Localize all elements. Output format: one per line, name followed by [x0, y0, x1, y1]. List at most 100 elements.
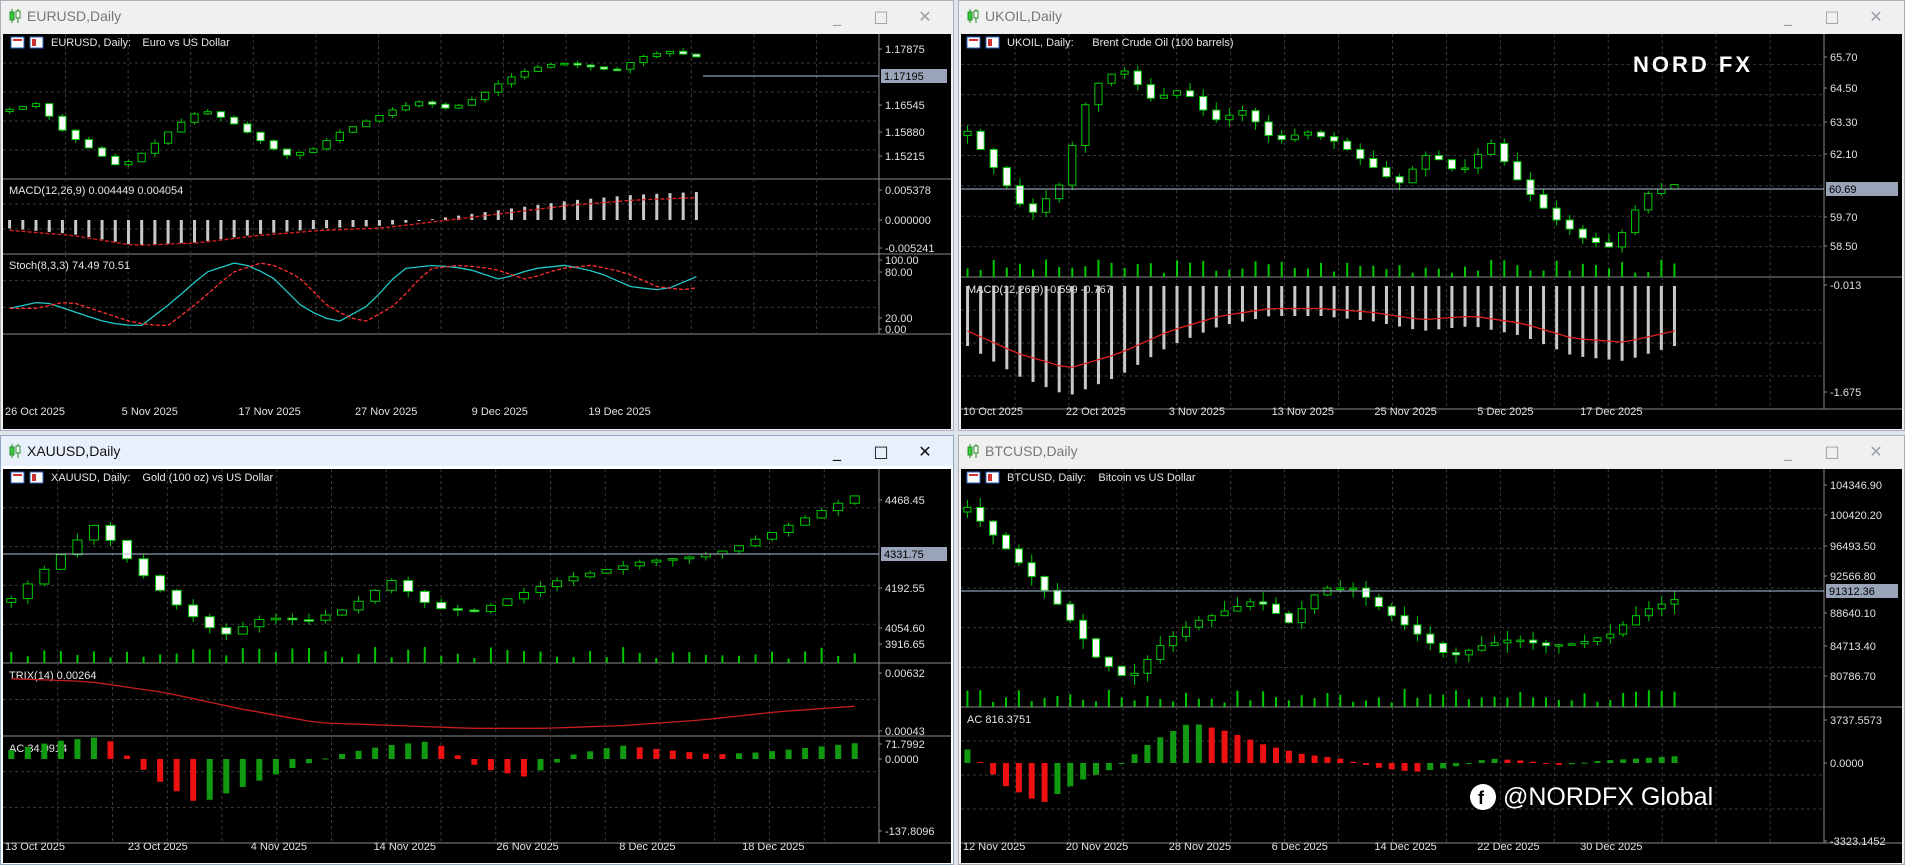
histogram-bar [173, 759, 180, 792]
bear-candle [171, 589, 182, 606]
window-titlebar[interactable]: UKOIL,Daily _ □ ✕ [959, 1, 1904, 31]
bull-candle [1156, 645, 1165, 660]
histogram-bar [388, 744, 395, 759]
close-icon[interactable]: ✕ [903, 5, 947, 27]
histogram-bar [681, 192, 685, 220]
bull-candle [485, 604, 496, 613]
bull-candle [1487, 143, 1496, 155]
bear-candle [1014, 548, 1023, 564]
bull-candle [1246, 601, 1255, 607]
btcusd-chart-window[interactable]: BTCUSD,Daily _ □ ✕ BTCUSD, Daily: Bitcoin v… [958, 435, 1905, 865]
maximize-icon[interactable]: □ [1810, 440, 1854, 462]
xauusd-chart-window[interactable]: XAUUSD,Daily _ □ ✕ XAUUSD, Daily: Gold (100… [0, 435, 954, 865]
histogram-bar [90, 737, 97, 759]
histogram-bar [1450, 286, 1454, 329]
histogram-bar [1044, 286, 1048, 388]
histogram-bar [438, 745, 445, 759]
chart-symbol-label: XAUUSD, Daily: [51, 472, 130, 484]
bear-candle [1271, 603, 1281, 614]
histogram-bar [1005, 286, 1009, 370]
histogram-bar [1123, 286, 1127, 373]
maximize-icon[interactable]: □ [859, 5, 903, 27]
window-titlebar[interactable]: EURUSD,Daily _ □ ✕ [1, 1, 953, 31]
histogram-bar [587, 751, 594, 759]
minimize-icon[interactable]: _ [815, 440, 859, 462]
date-axis-label: 13 Oct 2025 [5, 841, 65, 853]
histogram-bar [1581, 762, 1588, 764]
histogram-bar [1465, 763, 1472, 764]
bear-candle [976, 506, 985, 522]
bear-candle [1001, 534, 1011, 550]
bear-candle [1329, 136, 1339, 142]
maximize-icon[interactable]: □ [859, 440, 903, 462]
histogram-bar [1363, 763, 1369, 765]
close-icon[interactable]: ✕ [1854, 5, 1898, 27]
minimize-icon[interactable]: _ [815, 5, 859, 27]
histogram-bar [100, 220, 104, 240]
histogram-bar [1607, 760, 1614, 763]
maximize-icon[interactable]: □ [1810, 5, 1854, 27]
bear-candle [1591, 237, 1601, 243]
histogram-bar [1214, 286, 1218, 328]
bull-candle [1041, 198, 1051, 213]
price-scale-label: 0.0000 [885, 754, 919, 766]
histogram-bar [272, 220, 276, 233]
chart-canvas[interactable]: BTCUSD, Daily: Bitcoin vs US Dollar 104346… [961, 469, 1902, 863]
histogram-bar [1324, 757, 1331, 763]
bull-candle [401, 105, 410, 111]
histogram-bar [487, 759, 494, 771]
price-scale-label: 0.0000 [1830, 758, 1864, 770]
chart-canvas[interactable]: UKOIL, Daily: Brent Crude Oil (100 barrel… [961, 34, 1902, 429]
bull-candle [1606, 633, 1615, 639]
bull-candle [494, 83, 503, 93]
bear-candle [1091, 638, 1101, 658]
histogram-bar [245, 220, 249, 236]
bull-candle [296, 151, 305, 156]
chart-symbol-label: EURUSD, Daily: [51, 37, 131, 49]
bull-candle [1169, 635, 1178, 647]
price-scale-label: 0.005378 [885, 185, 931, 197]
window-titlebar[interactable]: BTCUSD,Daily _ □ ✕ [959, 436, 1904, 466]
histogram-bar [496, 210, 500, 220]
minimize-icon[interactable]: _ [1766, 5, 1810, 27]
bull-candle [414, 101, 424, 107]
histogram-bar [1285, 750, 1292, 763]
bull-candle [1477, 645, 1486, 651]
date-axis-label: 12 Nov 2025 [963, 841, 1025, 853]
histogram-bar [1118, 763, 1125, 764]
close-icon[interactable]: ✕ [903, 440, 947, 462]
histogram-bar [1195, 724, 1202, 763]
histogram-bar [537, 759, 544, 771]
bear-candle [452, 608, 463, 611]
histogram-bar [1411, 286, 1415, 330]
bull-candle [766, 532, 778, 540]
bear-candle [287, 617, 298, 621]
chart-canvas[interactable]: XAUUSD, Daily: Gold (100 oz) vs US Dollar… [3, 469, 951, 863]
bull-candle [533, 66, 543, 72]
histogram-bar [1057, 286, 1061, 393]
histogram-bar [219, 220, 223, 240]
chart-flag-icon [985, 36, 1000, 49]
bear-candle [1015, 185, 1025, 205]
minimize-icon[interactable]: _ [1766, 440, 1810, 462]
bull-candle [335, 131, 344, 142]
histogram-bar [8, 750, 15, 759]
histogram-bar [21, 220, 25, 230]
histogram-bar [668, 193, 672, 220]
histogram-bar [694, 192, 698, 220]
eurusd-chart-window[interactable]: EURUSD,Daily _ □ ✕ EURUSD, Daily: Euro vs U… [0, 0, 954, 431]
window-titlebar[interactable]: XAUUSD,Daily _ □ ✕ [1, 436, 953, 466]
indicator-label: AC 816.3751 [967, 714, 1031, 726]
bull-candle [1336, 587, 1345, 591]
bull-candle [963, 506, 972, 513]
ukoil-chart-window[interactable]: UKOIL,Daily _ □ ✕ UKOIL, Daily: Brent Crude… [958, 0, 1905, 431]
histogram-bar [256, 759, 263, 781]
histogram-bar [1424, 286, 1428, 331]
chart-canvas[interactable]: EURUSD, Daily: Euro vs US Dollar 1.17875 1.… [3, 34, 951, 429]
close-icon[interactable]: ✕ [1854, 440, 1898, 462]
bull-candle [375, 114, 384, 122]
histogram-bar [421, 741, 428, 759]
histogram-bar [1633, 286, 1637, 358]
bull-candle [1554, 644, 1563, 647]
histogram-bar [1188, 286, 1192, 338]
